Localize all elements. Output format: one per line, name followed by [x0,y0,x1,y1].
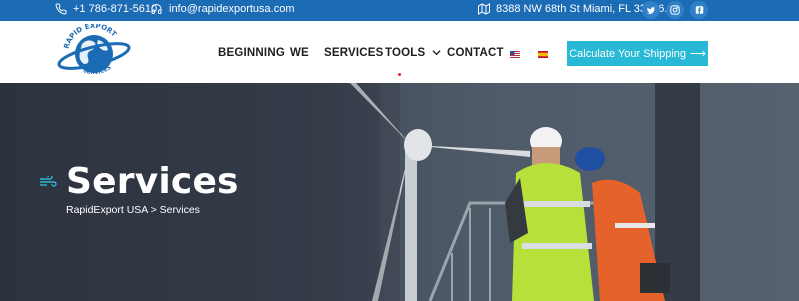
hero-banner: Services RapidExport USA > Services [0,83,799,301]
nav-services[interactable]: SERVICES [324,47,384,59]
rapid-export-logo[interactable]: RAPID EXPORT SERVICES [54,24,134,81]
page-title: Services [66,161,239,202]
phone-number: +1 786-871-5610 [73,3,158,15]
calculate-shipping-button[interactable]: Calculate Your Shipping ⟶ [567,41,708,66]
spain-flag-icon[interactable] [538,51,548,58]
twitter-icon[interactable] [642,1,660,19]
nav-tools-label: TOOLS [385,47,426,59]
email-address: info@rapidexportusa.com [169,3,295,15]
mail-icon [151,4,162,14]
nav-we[interactable]: WE [290,47,309,59]
map-icon [478,3,490,15]
email-contact[interactable]: info@rapidexportusa.com [150,3,295,15]
wind-icon [40,176,57,187]
facebook-icon[interactable] [690,1,708,19]
phone-icon [55,3,67,15]
breadcrumb: RapidExport USA > Services [66,204,200,216]
us-flag-icon[interactable] [510,51,520,58]
chevron-down-icon [432,50,441,56]
top-bar: +1 786-871-5610 info@rapidexportusa.com … [0,0,799,21]
nav-beginning[interactable]: BEGINNING [218,47,285,59]
cta-label: Calculate Your Shipping [569,47,687,60]
nav-contact[interactable]: CONTACT [447,47,504,59]
nav-tools[interactable]: TOOLS [385,47,441,59]
address-contact[interactable]: 8388 NW 68th St Miami, FL 33166. [478,3,667,15]
instagram-icon[interactable] [666,1,684,19]
arrow-right-icon: ⟶ [690,48,706,60]
phone-contact[interactable]: +1 786-871-5610 [55,3,157,15]
active-indicator [398,73,401,76]
